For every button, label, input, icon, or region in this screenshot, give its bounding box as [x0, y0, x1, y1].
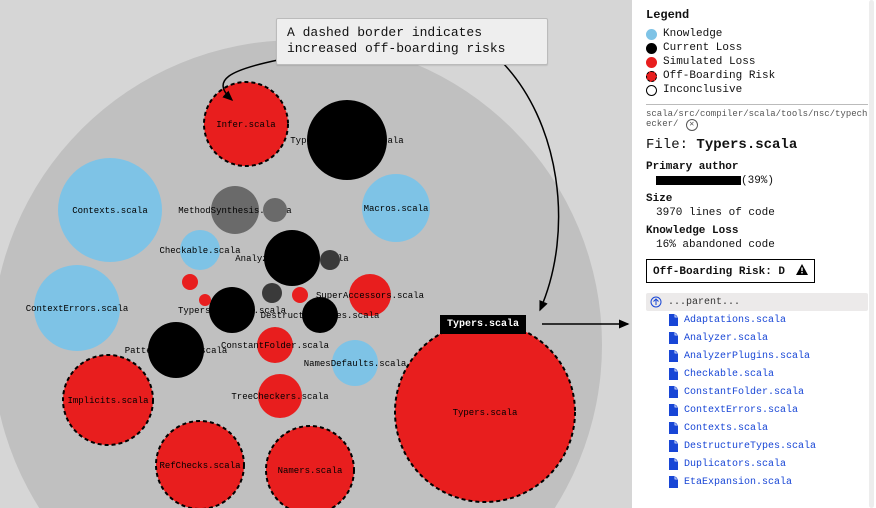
file-icon	[668, 386, 678, 398]
file-icon	[668, 404, 678, 416]
bubble-chart[interactable]: Infer.scalaTypeDiagnostics.scalaContexts…	[0, 0, 632, 508]
file-icon	[668, 314, 678, 326]
legend-simulated-loss: Simulated Loss	[646, 56, 868, 68]
chart-bubble[interactable]	[332, 340, 378, 386]
tree-file-row[interactable]: Contexts.scala	[646, 419, 868, 437]
tree-file-row[interactable]: Adaptations.scala	[646, 311, 868, 329]
file-icon	[668, 350, 678, 362]
chart-bubble[interactable]	[204, 82, 288, 166]
chart-bubble[interactable]	[58, 158, 162, 262]
callout-note: A dashed border indicates increased off-…	[276, 18, 548, 65]
tree-file-label[interactable]: DestructureTypes.scala	[684, 441, 816, 452]
chart-bubble[interactable]	[263, 198, 287, 222]
tree-file-label[interactable]: Checkable.scala	[684, 369, 774, 380]
chart-bubble[interactable]	[320, 250, 340, 270]
file-icon	[668, 422, 678, 434]
file-icon	[668, 476, 678, 488]
selected-file-chip[interactable]: Typers.scala	[440, 315, 526, 334]
chart-bubble[interactable]	[148, 322, 204, 378]
chart-bubble[interactable]	[302, 297, 338, 333]
tree-parent-label[interactable]: ...parent...	[668, 297, 740, 308]
breadcrumb-path[interactable]: scala/src/compiler/scala/tools/nsc/typec…	[646, 109, 867, 129]
tree-file-row[interactable]: Duplicators.scala	[646, 455, 868, 473]
tree-file-label[interactable]: EtaExpansion.scala	[684, 477, 792, 488]
tree-file-label[interactable]: ContextErrors.scala	[684, 405, 798, 416]
breadcrumb[interactable]: scala/src/compiler/scala/tools/nsc/typec…	[646, 109, 868, 131]
chart-bubble[interactable]	[180, 230, 220, 270]
circle-icon	[646, 29, 657, 40]
tree-file-row[interactable]: Analyzer.scala	[646, 329, 868, 347]
file-tree[interactable]: ...parent... Adaptations.scala Analyzer.s…	[646, 293, 868, 491]
tree-file-row[interactable]: EtaExpansion.scala	[646, 473, 868, 491]
tree-file-label[interactable]: Adaptations.scala	[684, 315, 786, 326]
legend-knowledge: Knowledge	[646, 28, 868, 40]
legend-inconclusive: Inconclusive	[646, 84, 868, 96]
size-label: Size	[646, 193, 868, 205]
chart-bubble[interactable]	[257, 327, 293, 363]
legend-label: Knowledge	[663, 28, 722, 40]
tree-file-row[interactable]: ConstantFolder.scala	[646, 383, 868, 401]
tree-file-row[interactable]: DestructureTypes.scala	[646, 437, 868, 455]
circle-icon	[646, 43, 657, 54]
chart-bubble[interactable]	[156, 421, 244, 508]
legend-label: Simulated Loss	[663, 56, 755, 68]
primary-author-value: (39%)	[656, 175, 868, 187]
chart-bubble[interactable]	[349, 274, 391, 316]
chart-bubble[interactable]	[258, 374, 302, 418]
chart-bubble[interactable]	[34, 265, 120, 351]
legend-current-loss: Current Loss	[646, 42, 868, 54]
chart-bubble[interactable]	[182, 274, 198, 290]
tree-file-label[interactable]: Duplicators.scala	[684, 459, 786, 470]
chart-bubble[interactable]	[264, 230, 320, 286]
chart-bubble[interactable]	[209, 287, 255, 333]
size-value: 3970 lines of code	[656, 207, 868, 219]
file-icon	[668, 332, 678, 344]
chart-bubble[interactable]	[395, 322, 575, 502]
chart-bubble[interactable]	[63, 355, 153, 445]
legend-label: Inconclusive	[663, 84, 742, 96]
tree-file-label[interactable]: Contexts.scala	[684, 423, 768, 434]
tree-file-label[interactable]: AnalyzerPlugins.scala	[684, 351, 810, 362]
warning-icon	[796, 264, 808, 275]
chart-bubble[interactable]	[199, 294, 211, 306]
legend-label: Off-Boarding Risk	[663, 70, 775, 82]
file-icon	[668, 458, 678, 470]
offboarding-risk-badge: Off-Boarding Risk: D	[646, 259, 815, 283]
primary-author-label: Primary author	[646, 161, 868, 173]
tree-parent-row[interactable]: ...parent...	[646, 293, 868, 311]
knowledge-loss-label: Knowledge Loss	[646, 225, 868, 237]
redacted-text	[656, 176, 741, 185]
chart-bubble[interactable]	[307, 100, 387, 180]
tree-file-row[interactable]: AnalyzerPlugins.scala	[646, 347, 868, 365]
chart-bubble[interactable]	[262, 283, 282, 303]
chart-bubble[interactable]	[292, 287, 308, 303]
legend-label: Current Loss	[663, 42, 742, 54]
chart-bubble[interactable]	[362, 174, 430, 242]
file-icon	[668, 368, 678, 380]
tree-file-row[interactable]: ContextErrors.scala	[646, 401, 868, 419]
chart-bubble[interactable]	[211, 186, 259, 234]
legend-title: Legend	[646, 8, 868, 22]
legend-offboarding-risk: Off-Boarding Risk	[646, 70, 868, 82]
tree-file-label[interactable]: Analyzer.scala	[684, 333, 768, 344]
dashed-circle-icon	[646, 71, 657, 82]
circle-icon	[646, 57, 657, 68]
file-icon	[668, 440, 678, 452]
tree-file-row[interactable]: Checkable.scala	[646, 365, 868, 383]
tree-file-label[interactable]: ConstantFolder.scala	[684, 387, 804, 398]
divider	[646, 104, 868, 105]
page-title: File: Typers.scala	[646, 137, 868, 153]
knowledge-loss-value: 16% abandoned code	[656, 239, 868, 251]
circle-icon	[646, 85, 657, 96]
close-icon[interactable]: ✕	[686, 119, 698, 131]
up-arrow-icon	[650, 296, 662, 308]
